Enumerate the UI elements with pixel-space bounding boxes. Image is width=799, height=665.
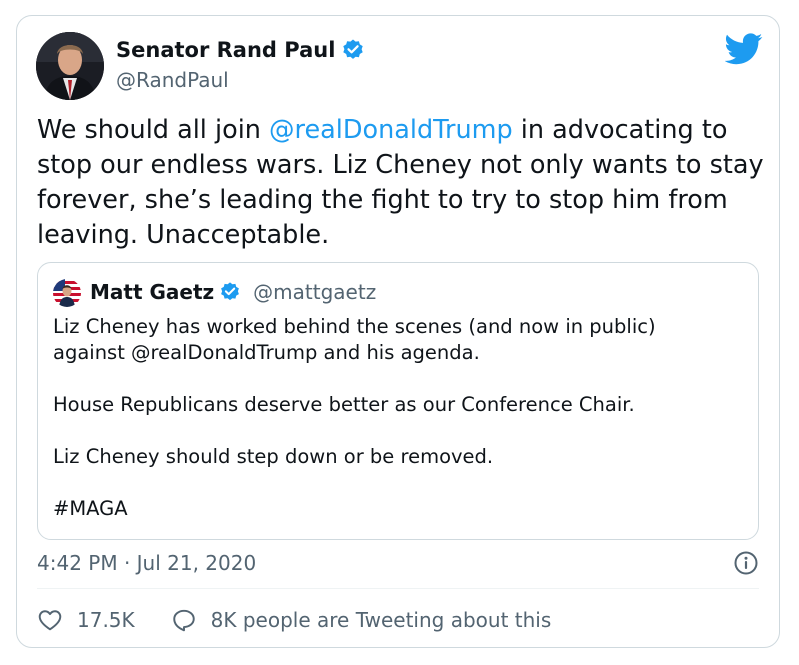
quoted-header: Matt Gaetz @mattgaetz bbox=[90, 280, 376, 304]
quoted-paragraph: Liz Cheney has worked behind the scenes … bbox=[53, 315, 656, 364]
heart-icon bbox=[38, 610, 62, 631]
verified-badge-icon bbox=[219, 281, 241, 303]
tweet-text: We should all join @realDonaldTrump in a… bbox=[37, 113, 767, 253]
verified-badge-icon bbox=[341, 38, 365, 62]
quoted-tweet-text: Liz Cheney has worked behind the scenes … bbox=[53, 314, 743, 548]
speech-bubble-icon bbox=[172, 609, 195, 632]
conversation-button[interactable]: 8K people are Tweeting about this bbox=[171, 607, 552, 633]
quoted-paragraph: Liz Cheney should step down or be remove… bbox=[53, 445, 494, 468]
like-button[interactable]: 17.5K bbox=[37, 607, 135, 633]
divider bbox=[37, 588, 759, 589]
quoted-author-handle[interactable]: @mattgaetz bbox=[253, 280, 376, 304]
author-avatar[interactable] bbox=[36, 32, 104, 100]
quoted-author-name[interactable]: Matt Gaetz bbox=[90, 280, 214, 304]
author-name[interactable]: Senator Rand Paul bbox=[116, 38, 365, 62]
author-handle[interactable]: @RandPaul bbox=[116, 68, 229, 92]
twitter-bird-icon[interactable] bbox=[724, 33, 763, 65]
like-count: 17.5K bbox=[77, 608, 135, 632]
tweet-text-part: We should all join bbox=[37, 115, 270, 145]
tweet-actions: 17.5K 8K people are Tweeting about this bbox=[37, 607, 551, 633]
quoted-paragraph: House Republicans deserve better as our … bbox=[53, 393, 635, 416]
conversation-text: 8K people are Tweeting about this bbox=[210, 608, 552, 632]
info-icon[interactable] bbox=[733, 550, 759, 576]
author-name-text[interactable]: Senator Rand Paul bbox=[116, 38, 335, 62]
quoted-hashtag[interactable]: #MAGA bbox=[53, 496, 743, 522]
tweet-timestamp[interactable]: 4:42 PM · Jul 21, 2020 bbox=[37, 551, 256, 575]
quoted-author-avatar[interactable] bbox=[53, 279, 81, 307]
mention-link[interactable]: @realDonaldTrump bbox=[269, 115, 513, 145]
quoted-tweet[interactable]: Matt Gaetz @mattgaetz Liz Cheney has wor… bbox=[37, 262, 759, 540]
